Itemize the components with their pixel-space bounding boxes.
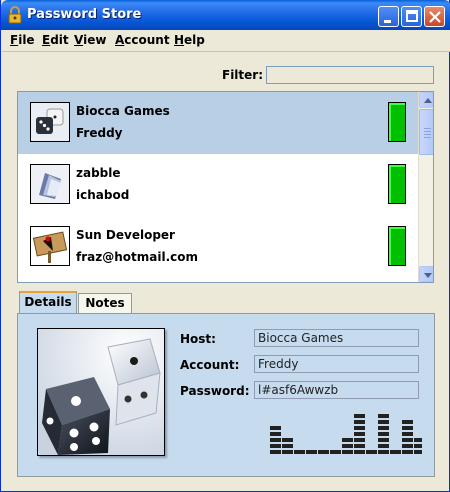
strength-segment — [378, 426, 389, 430]
list-item[interactable]: Biocca Games Freddy — [18, 92, 418, 154]
strength-segment — [342, 444, 353, 448]
window-title: Password Store — [27, 7, 142, 22]
dice-icon — [30, 102, 70, 142]
menu-account[interactable]: Account — [115, 33, 170, 47]
menu-help[interactable]: Help — [174, 33, 205, 47]
host-field[interactable]: Biocca Games — [254, 329, 419, 347]
strength-indicator — [388, 226, 406, 266]
lock-icon — [7, 6, 23, 24]
cards-icon — [30, 164, 70, 204]
menu-file[interactable]: File — [10, 33, 35, 47]
tab-details[interactable]: Details — [19, 291, 77, 314]
strength-segment — [282, 438, 293, 442]
strength-segment — [270, 438, 281, 442]
account-field[interactable]: Freddy — [254, 355, 419, 373]
strength-segment — [294, 450, 305, 454]
tab-notes[interactable]: Notes — [78, 293, 132, 313]
strength-segment — [282, 450, 293, 454]
strength-segment — [414, 450, 422, 454]
maximize-button[interactable] — [401, 6, 422, 27]
chevron-up-icon — [424, 98, 432, 103]
strength-segment — [378, 438, 389, 442]
entry-account: ichabod — [76, 188, 130, 202]
password-label: Password: — [180, 384, 250, 398]
entry-title: zabble — [76, 166, 121, 180]
list-item[interactable]: zabble ichabod — [18, 154, 418, 216]
minimize-button[interactable] — [378, 6, 399, 27]
filter-label: Filter: — [222, 68, 264, 82]
strength-segment — [414, 444, 422, 448]
list-scrollbar[interactable] — [418, 92, 433, 282]
entry-account: Freddy — [76, 126, 123, 140]
scroll-up-button[interactable] — [419, 92, 433, 108]
menu-view[interactable]: View — [74, 33, 106, 47]
strength-segment — [354, 438, 365, 442]
account-label: Account: — [180, 358, 240, 372]
strength-segment — [378, 432, 389, 436]
entry-account: fraz@hotmail.com — [76, 250, 198, 264]
menu-edit[interactable]: Edit — [42, 33, 69, 47]
title-bar[interactable]: Password Store — [1, 0, 450, 30]
strength-segment — [402, 420, 413, 424]
close-button[interactable] — [424, 6, 445, 27]
strength-segment — [378, 450, 389, 454]
strength-segment — [402, 426, 413, 430]
strength-segment — [414, 438, 422, 442]
strength-segment — [354, 426, 365, 430]
strength-segment — [330, 450, 341, 454]
strength-segment — [270, 432, 281, 436]
menu-bar: File Edit View Account Help — [2, 30, 450, 52]
details-panel: Host: Biocca Games Account: Freddy Passw… — [17, 313, 435, 477]
strength-indicator — [388, 102, 406, 142]
entry-list: Biocca Games Freddy zabble ichabod Sun D… — [17, 91, 434, 283]
strength-segment — [402, 444, 413, 448]
app-window: Password Store File Edit View Account He… — [0, 0, 450, 492]
scroll-down-button[interactable] — [419, 266, 433, 282]
scroll-thumb[interactable] — [419, 109, 433, 155]
password-strength-meter — [270, 414, 422, 454]
strength-segment — [354, 444, 365, 448]
strength-segment — [342, 438, 353, 442]
maximize-icon — [406, 10, 418, 22]
strength-segment — [402, 438, 413, 442]
dice-icon — [37, 328, 165, 456]
strength-segment — [402, 432, 413, 436]
strength-segment — [390, 450, 401, 454]
close-icon — [429, 11, 441, 23]
strength-segment — [354, 450, 365, 454]
list-item[interactable]: Sun Developer fraz@hotmail.com — [18, 216, 418, 278]
strength-segment — [306, 450, 317, 454]
strength-segment — [282, 444, 293, 448]
strength-segment — [378, 444, 389, 448]
strength-segment — [354, 420, 365, 424]
entry-title: Sun Developer — [76, 228, 175, 242]
strength-segment — [318, 450, 329, 454]
strength-segment — [354, 432, 365, 436]
duke-icon — [30, 226, 70, 266]
strength-segment — [270, 444, 281, 448]
strength-segment — [378, 420, 389, 424]
host-label: Host: — [180, 332, 216, 346]
password-field[interactable]: l#asf6Awwzb — [254, 381, 419, 399]
chevron-down-icon — [424, 273, 432, 278]
strength-segment — [366, 450, 377, 454]
strength-segment — [378, 414, 389, 418]
strength-segment — [354, 414, 365, 418]
strength-indicator — [388, 164, 406, 204]
strength-segment — [342, 450, 353, 454]
strength-segment — [270, 426, 281, 430]
entry-title: Biocca Games — [76, 104, 170, 118]
filter-input[interactable] — [266, 66, 434, 84]
minimize-icon — [384, 20, 391, 23]
strength-segment — [270, 450, 281, 454]
strength-segment — [402, 450, 413, 454]
